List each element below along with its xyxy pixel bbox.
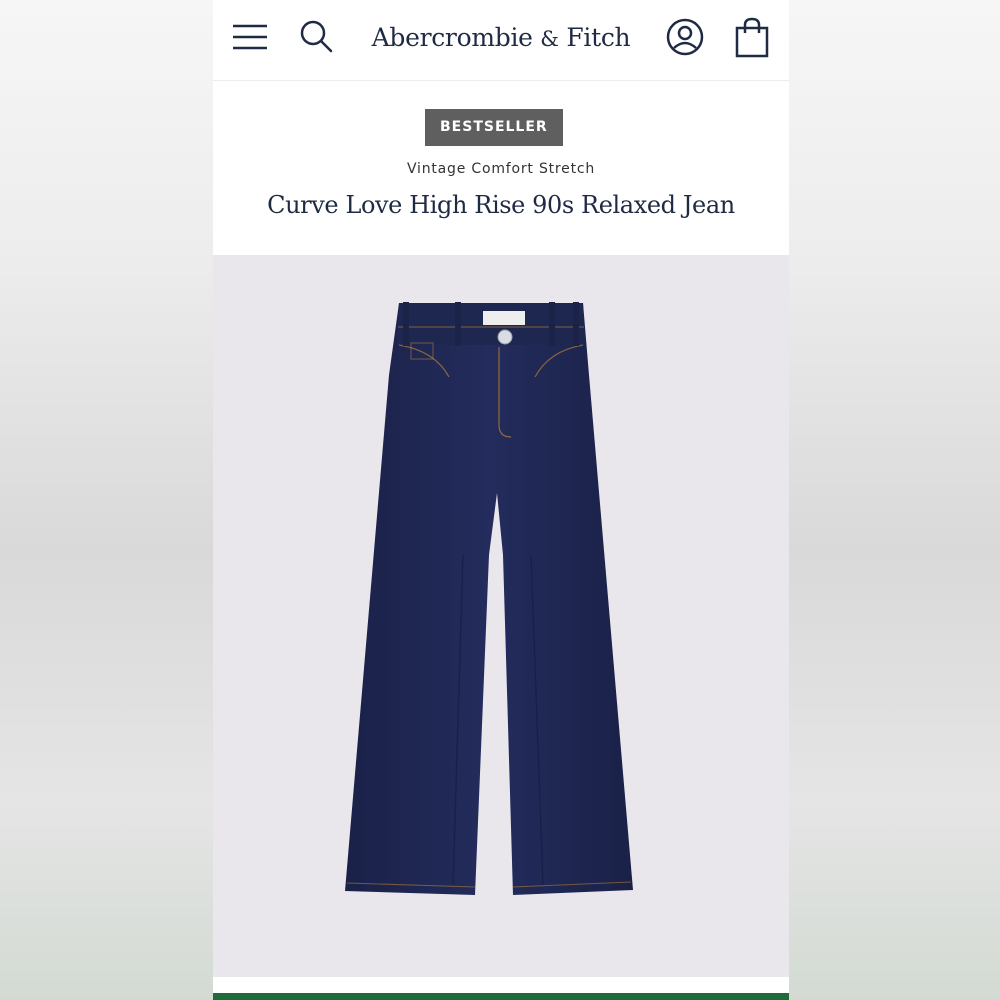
background-blur-left	[0, 0, 213, 1000]
product-title: Curve Love High Rise 90s Relaxed Jean	[267, 191, 735, 219]
bestseller-badge: BESTSELLER	[425, 109, 563, 146]
product-collection: Vintage Comfort Stretch	[406, 161, 596, 177]
brand-name: Abercrombie	[371, 23, 533, 52]
account-icon[interactable]	[665, 17, 705, 57]
bottom-action-bar[interactable]	[213, 993, 789, 1000]
menu-icon[interactable]	[231, 18, 269, 56]
product-info: BESTSELLER Vintage Comfort Stretch Curve…	[213, 81, 789, 255]
search-icon[interactable]	[297, 17, 335, 55]
mobile-screen: Abercrombie & Fitch BESTSELLER Vintage C…	[213, 0, 789, 1000]
site-header: Abercrombie & Fitch	[213, 0, 789, 81]
brand-ampersand: &	[540, 27, 559, 51]
brand-logo[interactable]: Abercrombie & Fitch	[363, 18, 639, 59]
product-image[interactable]	[213, 255, 789, 977]
shopping-bag-icon[interactable]	[733, 16, 771, 58]
jeans-illustration	[345, 302, 633, 895]
brand-suffix: Fitch	[566, 23, 631, 52]
background-blur-right	[789, 0, 1000, 1000]
